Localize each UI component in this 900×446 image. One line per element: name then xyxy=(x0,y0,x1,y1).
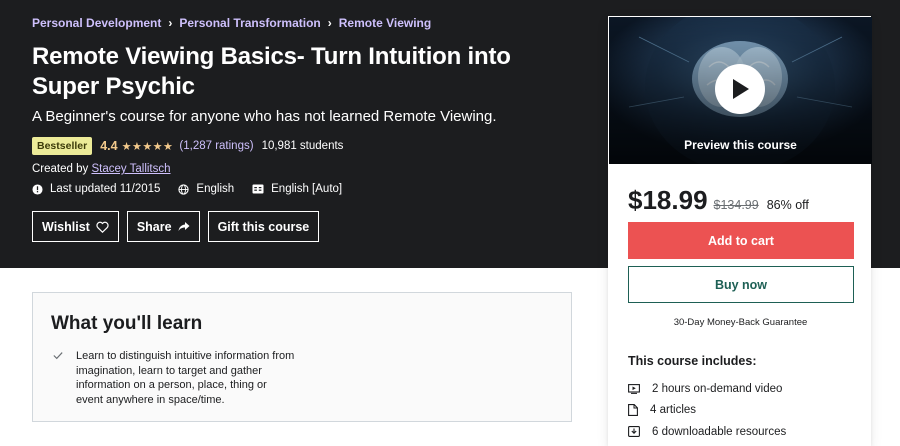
closed-captions-icon xyxy=(252,184,264,194)
gift-course-button[interactable]: Gift this course xyxy=(207,211,320,242)
course-meta: Last updated 11/2015 English English [Au… xyxy=(32,183,360,195)
includes-list: 2 hours on-demand video 4 articles 6 dow… xyxy=(628,378,786,443)
wishlist-label: Wishlist xyxy=(42,219,90,234)
discount-percent: 86% off xyxy=(766,198,809,212)
include-video-text: 2 hours on-demand video xyxy=(652,382,783,395)
gift-label: Gift this course xyxy=(217,219,310,234)
ratings-count-link[interactable]: (1,287 ratings) xyxy=(179,140,253,152)
chevron-right-icon: › xyxy=(168,16,173,30)
breadcrumb-remote-viewing[interactable]: Remote Viewing xyxy=(339,16,431,30)
heart-icon xyxy=(96,221,109,233)
learn-title: What you'll learn xyxy=(51,313,203,334)
rating-row: Bestseller 4.4 ★★★★★ (1,287 ratings) 10,… xyxy=(32,137,343,155)
last-updated: Last updated 11/2015 xyxy=(32,183,160,195)
star-rating-icon: ★★★★★ xyxy=(121,140,174,153)
list-item: 6 downloadable resources xyxy=(628,421,786,443)
students-count: 10,981 students xyxy=(261,140,344,152)
learn-item-text: Learn to distinguish intuitive informati… xyxy=(76,350,295,407)
captions-text: English [Auto] xyxy=(271,183,343,195)
include-articles-text: 4 articles xyxy=(650,404,697,417)
alert-badge-icon xyxy=(32,183,43,195)
course-subtitle: A Beginner's course for anyone who has n… xyxy=(32,108,497,125)
wishlist-button[interactable]: Wishlist xyxy=(32,211,119,242)
list-item: 4 articles xyxy=(628,400,786,422)
play-button[interactable] xyxy=(715,64,765,114)
current-price: $18.99 xyxy=(628,185,708,215)
download-icon xyxy=(628,426,640,438)
globe-icon xyxy=(178,183,190,195)
breadcrumb-personal-transformation[interactable]: Personal Transformation xyxy=(179,16,320,30)
money-back-guarantee: 30-Day Money-Back Guarantee xyxy=(673,317,808,328)
preview-label: Preview this course xyxy=(684,138,797,152)
file-icon xyxy=(628,404,638,417)
language: English xyxy=(178,183,234,195)
share-button[interactable]: Share xyxy=(126,211,200,242)
course-preview-video[interactable]: Preview this course xyxy=(609,17,872,164)
bestseller-badge: Bestseller xyxy=(32,137,93,155)
check-icon xyxy=(53,352,63,360)
captions: English [Auto] xyxy=(252,183,342,195)
language-text: English xyxy=(196,183,235,195)
breadcrumb-personal-development[interactable]: Personal Development xyxy=(32,16,161,30)
video-icon xyxy=(628,383,640,394)
add-to-cart-button[interactable]: Add to cart xyxy=(628,222,854,259)
what-youll-learn-section: What you'll learn Learn to distinguish i… xyxy=(32,292,572,422)
list-item: 2 hours on-demand video xyxy=(628,378,786,400)
course-title: Remote Viewing Basics- Turn Intuition in… xyxy=(32,43,511,100)
last-updated-text: Last updated 11/2015 xyxy=(50,183,161,195)
includes-title: This course includes: xyxy=(628,354,757,368)
include-resources-text: 6 downloadable resources xyxy=(652,425,787,438)
created-by: Created by Stacey Tallitsch xyxy=(32,163,171,175)
list-item: Learn to distinguish intuitive informati… xyxy=(53,349,296,408)
play-icon xyxy=(733,79,749,99)
price-row: $18.99 $134.99 86% off xyxy=(628,185,809,216)
created-by-label: Created by xyxy=(32,163,89,175)
purchase-sidebar: Preview this course $18.99 $134.99 86% o… xyxy=(608,16,872,446)
buy-now-button[interactable]: Buy now xyxy=(628,266,854,303)
share-arrow-icon xyxy=(178,222,190,231)
breadcrumb: Personal Development › Personal Transfor… xyxy=(32,16,431,30)
action-buttons: Wishlist Share Gift this course xyxy=(32,211,327,242)
original-price: $134.99 xyxy=(713,198,759,212)
chevron-right-icon: › xyxy=(327,16,332,30)
instructor-link[interactable]: Stacey Tallitsch xyxy=(91,163,170,175)
rating-value: 4.4 xyxy=(100,139,118,153)
share-label: Share xyxy=(136,219,172,234)
